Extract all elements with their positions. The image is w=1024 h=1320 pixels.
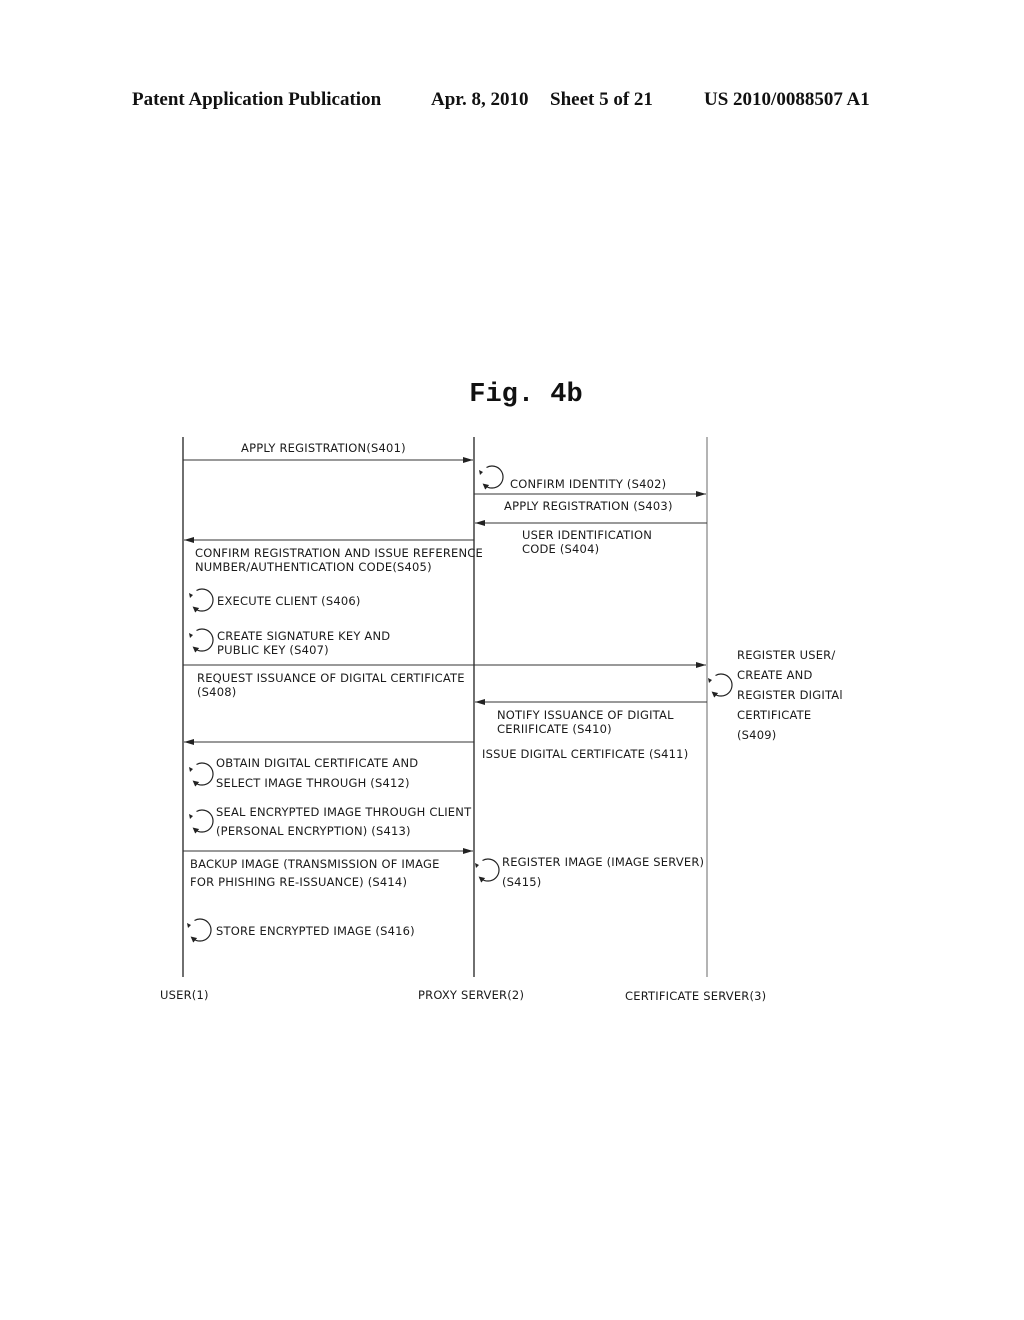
- process-label: CONFIRM IDENTITY (S402): [510, 477, 666, 491]
- message-label: NUMBER/AUTHENTICATION CODE(S405): [195, 560, 432, 574]
- process-label: SEAL ENCRYPTED IMAGE THROUGH CLIENT: [216, 805, 472, 819]
- message-label: APPLY REGISTRATION (S403): [504, 499, 673, 513]
- message-label: BACKUP IMAGE (TRANSMISSION OF IMAGE: [190, 857, 440, 871]
- process-loop-icon: [475, 858, 500, 883]
- participant-label-proxy: PROXY SERVER(2): [418, 988, 524, 1002]
- process-loop-icon: [189, 628, 214, 653]
- message-label: USER IDENTIFICATION: [522, 528, 652, 542]
- sequence-diagram: USER(1) PROXY SERVER(2) CERTIFICATE SERVER…: [160, 437, 843, 1003]
- process-label: OBTAIN DIGITAL CERTIFICATE AND: [216, 756, 418, 770]
- process-label: SELECT IMAGE THROUGH (S412): [216, 776, 410, 790]
- process-label: REGISTER USER/: [737, 648, 835, 662]
- step-s412: OBTAIN DIGITAL CERTIFICATE AND SELECT IMA…: [189, 756, 418, 790]
- step-s402: CONFIRM IDENTITY (S402): [479, 465, 666, 491]
- step-s403: APPLY REGISTRATION (S403): [474, 491, 706, 513]
- process-label: (PERSONAL ENCRYPTION) (S413): [216, 824, 411, 838]
- message-label: ISSUE DIGITAL CERTIFICATE (S411): [482, 747, 688, 761]
- process-label: (S409): [737, 728, 776, 742]
- step-s414: BACKUP IMAGE (TRANSMISSION OF IMAGE FOR P…: [183, 848, 473, 889]
- step-s401: APPLY REGISTRATION(S401): [183, 441, 473, 463]
- process-label: (S415): [502, 875, 541, 889]
- message-label: FOR PHISHING RE-ISSUANCE) (S414): [190, 875, 407, 889]
- process-label: CERTIFICATE: [737, 708, 811, 722]
- step-s407: CREATE SIGNATURE KEY ANDPUBLIC KEY (S407…: [189, 628, 390, 657]
- message-label: NOTIFY ISSUANCE OF DIGITAL: [497, 708, 674, 722]
- process-label: EXECUTE CLIENT (S406): [217, 594, 361, 608]
- message-label: (S408): [197, 685, 236, 699]
- process-label: CREATE AND: [737, 668, 813, 682]
- step-s408: REQUEST ISSUANCE OF DIGITAL CERTIFICATE(…: [183, 662, 706, 699]
- participant-label-cert: CERTIFICATE SERVER(3): [625, 989, 766, 1003]
- step-s404: USER IDENTIFICATIONCODE (S404): [475, 520, 707, 556]
- message-label: REQUEST ISSUANCE OF DIGITAL CERTIFICATE: [197, 671, 465, 685]
- process-loop-icon: [189, 762, 214, 787]
- step-s405: CONFIRM REGISTRATION AND ISSUE REFERENCE…: [184, 537, 483, 574]
- process-label: REGISTER DIGITAl: [737, 688, 843, 702]
- process-loop-icon: [479, 465, 504, 490]
- process-label: STORE ENCRYPTED IMAGE (S416): [216, 924, 415, 938]
- message-label: CONFIRM REGISTRATION AND ISSUE REFERENCE: [195, 546, 483, 560]
- process-label: REGISTER IMAGE (IMAGE SERVER): [502, 855, 704, 869]
- process-loop-icon: [187, 918, 212, 943]
- process-label: CREATE SIGNATURE KEY AND: [217, 629, 390, 643]
- process-loop-icon: [708, 673, 733, 698]
- participant-label-user: USER(1): [160, 988, 209, 1002]
- step-s413: SEAL ENCRYPTED IMAGE THROUGH CLIENT (PERS…: [189, 805, 472, 838]
- message-label: CODE (S404): [522, 542, 599, 556]
- message-label: APPLY REGISTRATION(S401): [241, 441, 406, 455]
- process-loop-icon: [189, 809, 214, 834]
- message-label: CERIIFICATE (S410): [497, 722, 612, 736]
- step-s415: REGISTER IMAGE (IMAGE SERVER) (S415): [475, 855, 704, 889]
- step-s416: STORE ENCRYPTED IMAGE (S416): [187, 918, 415, 943]
- step-s409: REGISTER USER/CREATE AND REGISTER DIGITAl…: [708, 648, 843, 742]
- process-loop-icon: [189, 588, 214, 613]
- process-label: PUBLIC KEY (S407): [217, 643, 329, 657]
- step-s410: NOTIFY ISSUANCE OF DIGITALCERIIFICATE (S…: [475, 699, 707, 736]
- step-s406: EXECUTE CLIENT (S406): [189, 588, 361, 613]
